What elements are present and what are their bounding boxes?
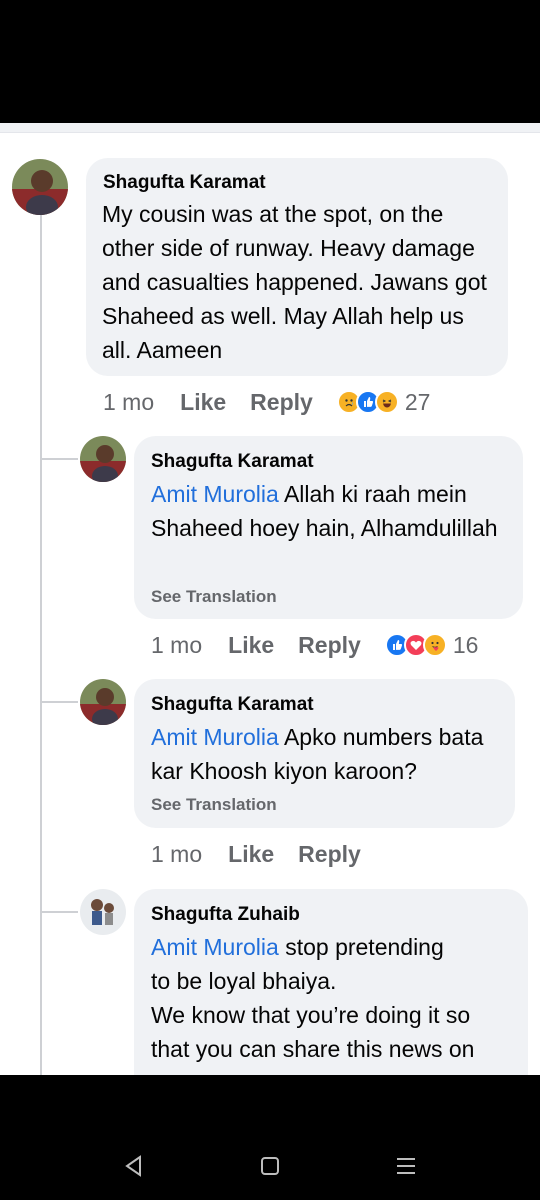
comment-body: to be loyal bhaiya. [151,968,337,994]
comment-timestamp[interactable]: 1 mo [151,632,202,659]
thread-line [40,210,42,1075]
comment-actions: 1 mo Like Reply [151,837,385,871]
comment-author[interactable]: Shagufta Karamat [151,693,314,717]
comment-timestamp[interactable]: 1 mo [103,389,154,416]
like-button[interactable]: Like [180,389,226,416]
comment-text: Amit Murolia stop pretending to be loyal… [151,930,521,1066]
reaction-count: 27 [404,388,431,415]
comment-author[interactable]: Shagufta Karamat [151,450,314,474]
comment-bubble: Shagufta Karamat My cousin was at the sp… [86,158,508,376]
reply-button[interactable]: Reply [298,841,361,868]
menu-nav-icon[interactable] [392,1152,420,1180]
mention-link[interactable]: Amit Murolia [151,724,279,750]
comment-body: stop pretending [285,934,444,960]
comment-bubble: Shagufta Zuhaib Amit Murolia stop preten… [134,889,528,1075]
comment-bubble: Shagufta Karamat Amit Murolia Apko numbe… [134,679,515,828]
comment-text: My cousin was at the spot, on the other … [102,201,487,363]
back-nav-icon[interactable] [120,1152,148,1180]
home-nav-icon[interactable] [256,1152,284,1180]
thread-branch [40,701,78,703]
comment-body: that you can share this news on [151,1036,475,1062]
comment-actions: 1 mo Like Reply 16 [151,628,478,662]
navigation-bar [0,1075,540,1200]
like-button[interactable]: Like [228,632,274,659]
reaction-summary[interactable]: 16 [384,631,479,659]
comment-text: Amit Murolia Apko numbers bata kar Khoos… [151,720,506,788]
care-emoji-icon [422,633,447,657]
like-button[interactable]: Like [228,841,274,868]
status-area [0,0,540,123]
avatar[interactable] [12,159,68,215]
thread-branch [40,911,78,913]
avatar[interactable] [80,889,126,935]
haha-emoji-icon [374,390,399,414]
see-translation-link[interactable]: See Translation [151,586,277,608]
see-translation-link[interactable]: See Translation [151,794,277,816]
reaction-count: 16 [452,631,479,658]
avatar[interactable] [80,436,126,482]
comment-author[interactable]: Shagufta Karamat [103,171,266,195]
mention-link[interactable]: Amit Murolia [151,481,279,507]
divider [0,123,540,133]
comments-section: Shagufta Karamat My cousin was at the sp… [0,133,540,1075]
comment-timestamp[interactable]: 1 mo [151,841,202,868]
comment-author[interactable]: Shagufta Zuhaib [151,903,300,927]
thread-branch [40,458,78,460]
comment-bubble: Shagufta Karamat Amit Murolia Allah ki r… [134,436,523,619]
comment-text: Amit Murolia Allah ki raah mein Shaheed … [151,477,511,545]
reaction-summary[interactable]: 27 [336,388,431,416]
comment-actions: 1 mo Like Reply 27 [103,385,430,419]
reply-button[interactable]: Reply [250,389,313,416]
mention-link[interactable]: Amit Murolia [151,934,279,960]
avatar[interactable] [80,679,126,725]
comment-body: We know that you’re doing it so [151,1002,471,1028]
reply-button[interactable]: Reply [298,632,361,659]
